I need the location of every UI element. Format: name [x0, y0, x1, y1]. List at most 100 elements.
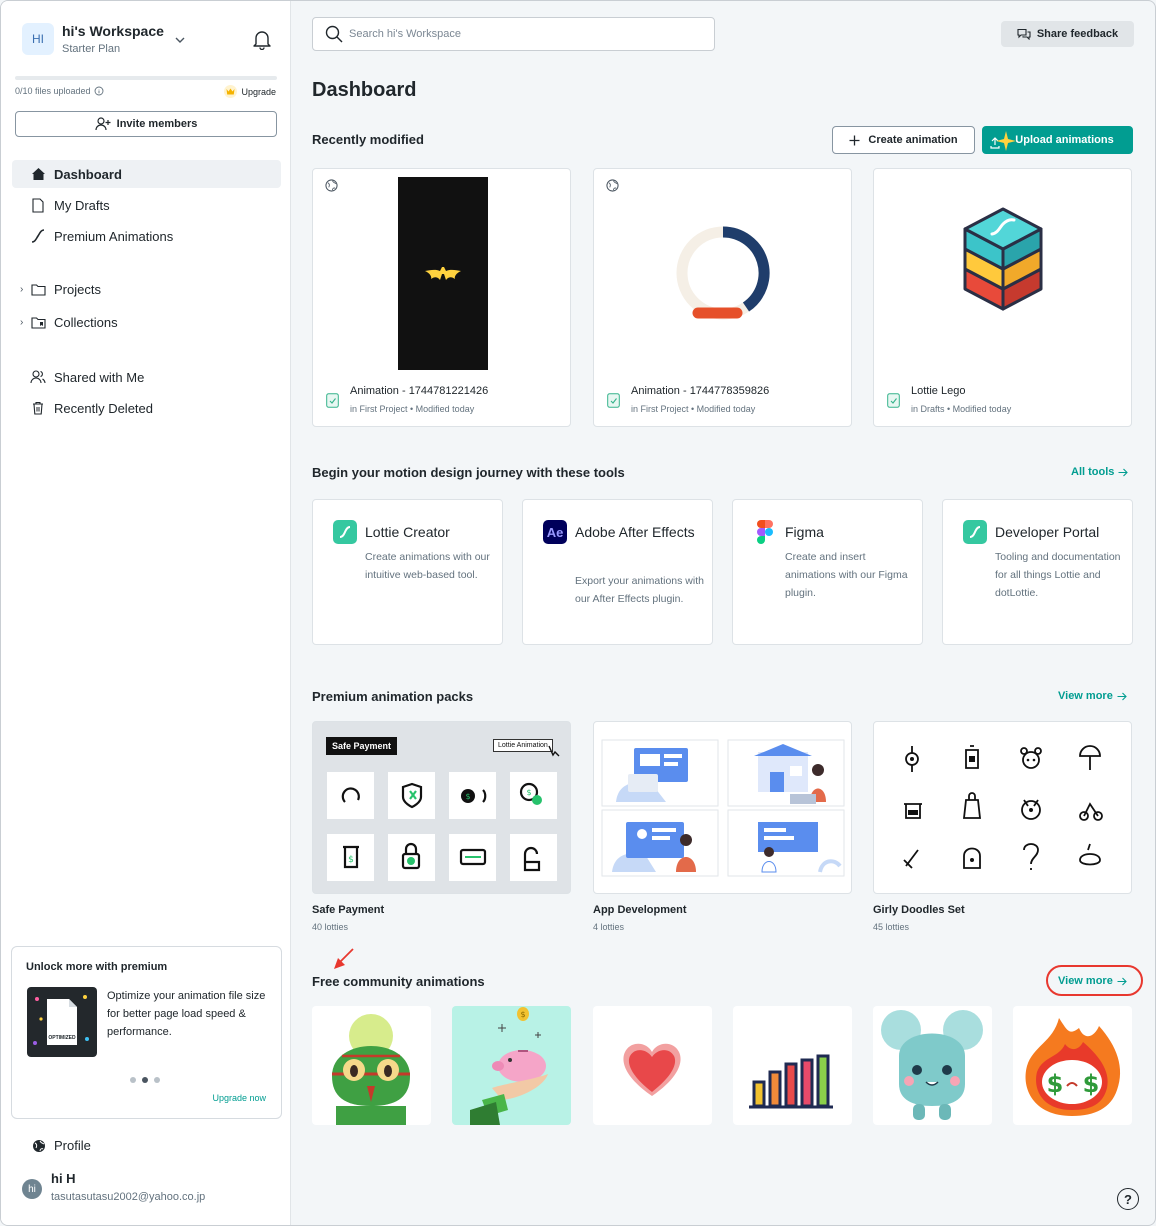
promo-image: OPTIMIZED — [27, 987, 97, 1057]
collection-folder-icon — [30, 314, 46, 330]
sidebar-item-label: My Drafts — [54, 197, 110, 213]
main-content: Search hi's Workspace Share feedback Das… — [291, 1, 1155, 1225]
pack-card-safe-payment[interactable]: Safe Payment Lottie Animation $ $ $ — [312, 721, 571, 894]
search-placeholder: Search hi's Workspace — [349, 28, 461, 40]
sidebar-item-label: Premium Animations — [54, 228, 174, 244]
app-window: HI hi's Workspace Starter Plan 0/10 file… — [0, 0, 1156, 1226]
sidebar-item-my-drafts[interactable]: My Drafts — [12, 191, 281, 219]
profile-label: Profile — [54, 1138, 91, 1153]
tool-card-after-effects[interactable]: Ae Adobe After Effects Export your anima… — [522, 499, 713, 645]
ring-animation-thumbnail — [676, 226, 770, 320]
pack-card-app-development[interactable] — [593, 721, 852, 894]
sidebar-item-label: Dashboard — [54, 166, 122, 182]
globe-icon — [33, 1139, 45, 1152]
svg-text:$: $ — [526, 788, 531, 797]
community-animation-card[interactable] — [733, 1006, 852, 1125]
globe-icon — [606, 179, 619, 192]
carousel-dot[interactable] — [130, 1077, 136, 1083]
animation-card[interactable]: Animation - 1744778359826 in First Proje… — [593, 168, 852, 427]
add-user-icon — [95, 117, 111, 131]
figma-icon — [753, 520, 777, 544]
upgrade-now-link[interactable]: Upgrade now — [212, 1093, 266, 1103]
notifications-bell-icon[interactable] — [251, 28, 273, 50]
annotation-arrow-icon — [334, 948, 354, 969]
pack-card-girly-doodles[interactable] — [873, 721, 1132, 894]
info-icon[interactable] — [94, 86, 104, 96]
sidebar: HI hi's Workspace Starter Plan 0/10 file… — [1, 1, 291, 1225]
after-effects-icon: Ae — [543, 520, 567, 544]
upgrade-label: Upgrade — [241, 86, 276, 97]
animation-card[interactable]: Lottie Lego in Drafts • Modified today — [873, 168, 1132, 427]
animation-name: Lottie Lego — [911, 385, 966, 397]
search-input[interactable]: Search hi's Workspace — [312, 17, 715, 51]
animation-preview — [313, 169, 570, 379]
carousel-dot[interactable] — [154, 1077, 160, 1083]
create-animation-button[interactable]: Create animation — [832, 126, 975, 154]
lottie-icon — [30, 228, 46, 244]
piggy-bank-thumbnail: $ — [470, 1007, 548, 1125]
sidebar-item-premium-animations[interactable]: Premium Animations — [12, 222, 281, 250]
share-feedback-button[interactable]: Share feedback — [1001, 21, 1134, 47]
pack-count: 45 lotties — [873, 922, 910, 932]
profile-link[interactable]: Profile — [32, 1138, 91, 1153]
safe-payment-icons: $ $ $ — [327, 745, 560, 881]
user-name: hi H — [51, 1171, 76, 1186]
animation-name: Animation - 1744781221426 — [350, 385, 489, 397]
upload-animations-button[interactable]: Upload animations — [982, 126, 1133, 154]
tool-name: Lottie Creator — [365, 524, 450, 540]
animation-preview — [874, 169, 1131, 379]
community-animation-card[interactable] — [873, 1006, 992, 1125]
usage-text: 0/10 files uploaded — [15, 86, 91, 96]
chat-bubbles-icon — [1017, 28, 1031, 40]
pack-count: 40 lotties — [312, 922, 349, 932]
promo-title: Unlock more with premium — [26, 961, 168, 973]
user-account[interactable]: hi hi H tasutasutasu2002@yahoo.co.jp — [22, 1171, 205, 1203]
animation-card[interactable]: Animation - 1744781221426 in First Proje… — [312, 168, 571, 427]
lego-cube-thumbnail — [963, 207, 1043, 311]
sidebar-item-projects[interactable]: › Projects — [12, 275, 281, 303]
chevron-down-icon[interactable] — [174, 34, 186, 46]
sidebar-item-shared-with-me[interactable]: Shared with Me — [12, 363, 281, 391]
view-more-label: View more — [1058, 690, 1113, 702]
premium-view-more-link[interactable]: View more — [1058, 690, 1127, 702]
all-tools-link[interactable]: All tools — [1071, 466, 1129, 478]
promo-text: Optimize your animation file size for be… — [107, 990, 266, 1038]
help-button[interactable]: ? — [1117, 1188, 1139, 1210]
svg-text:$: $ — [465, 792, 470, 801]
carousel-dot-active[interactable] — [142, 1077, 148, 1083]
sidebar-item-recently-deleted[interactable]: Recently Deleted — [12, 394, 281, 422]
pack-name: Girly Doodles Set — [873, 904, 965, 916]
user-email: tasutasutasu2002@yahoo.co.jp — [51, 1191, 206, 1203]
workspace-avatar: HI — [22, 23, 54, 55]
tool-card-lottie-creator[interactable]: Lottie Creator Create animations with ou… — [312, 499, 503, 645]
folder-icon — [30, 281, 46, 297]
carousel-dots[interactable] — [130, 1077, 160, 1083]
sidebar-item-label: Collections — [54, 314, 118, 330]
workspace-plan: Starter Plan — [62, 43, 121, 55]
all-tools-label: All tools — [1071, 466, 1115, 478]
bat-animation-thumbnail — [398, 177, 488, 370]
document-icon — [30, 197, 46, 213]
chevron-right-icon[interactable]: › — [20, 317, 23, 328]
tool-card-developer-portal[interactable]: Developer Portal Tooling and documentati… — [942, 499, 1133, 645]
bar-graph-thumbnail — [749, 1054, 833, 1109]
home-icon — [30, 166, 46, 182]
community-view-more-link[interactable]: View more — [1058, 975, 1127, 987]
file-check-icon — [887, 393, 900, 408]
sidebar-item-collections[interactable]: › Collections — [12, 308, 281, 336]
upgrade-link[interactable]: Upgrade — [224, 85, 276, 98]
community-animation-card[interactable]: $ $ — [1013, 1006, 1132, 1125]
invite-members-button[interactable]: Invite members — [15, 111, 277, 137]
animation-preview — [594, 169, 851, 379]
workspace-switcher[interactable]: HI hi's Workspace Starter Plan — [22, 23, 164, 55]
tool-card-figma[interactable]: Figma Create and insert animations with … — [732, 499, 923, 645]
chevron-right-icon[interactable]: › — [20, 284, 23, 295]
tool-name: Adobe After Effects — [575, 524, 695, 540]
pack-name: Safe Payment — [312, 904, 385, 916]
girly-doodles-icons — [903, 745, 1103, 870]
search-icon — [325, 25, 343, 43]
community-animation-card[interactable] — [593, 1006, 712, 1125]
sidebar-item-dashboard[interactable]: Dashboard — [12, 160, 281, 188]
community-animation-card[interactable]: $ — [452, 1006, 571, 1125]
community-animation-card[interactable] — [312, 1006, 431, 1125]
